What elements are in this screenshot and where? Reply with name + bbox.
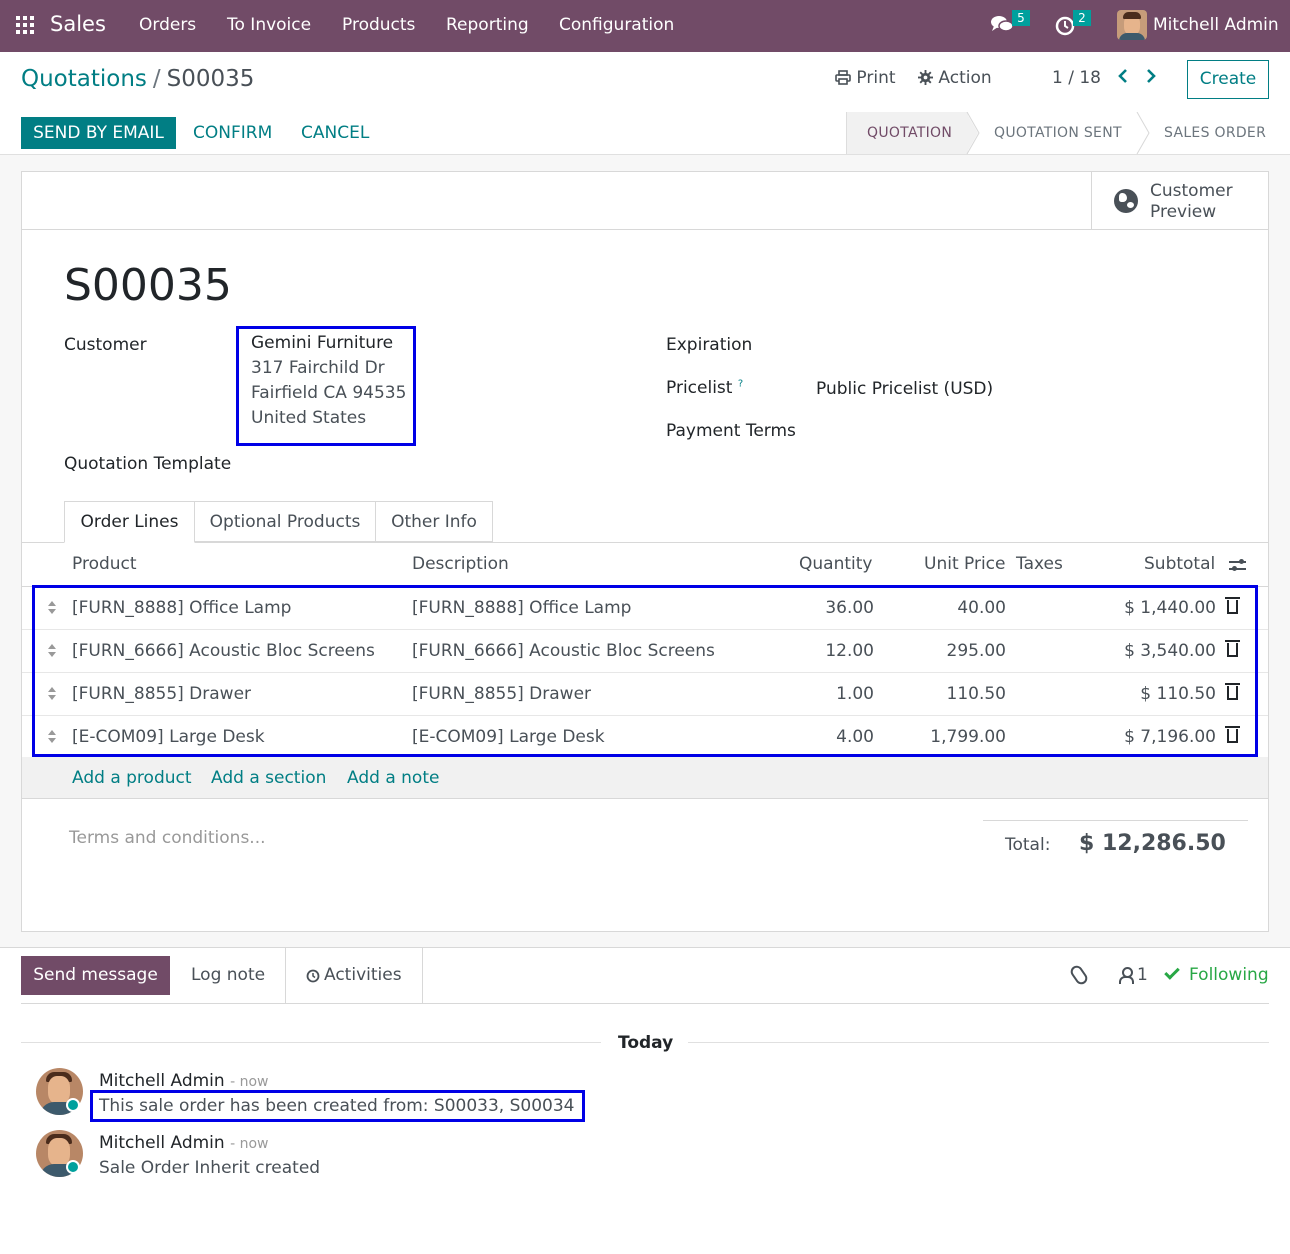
user-menu[interactable]: Mitchell Admin xyxy=(1153,15,1279,35)
send-by-email-button[interactable]: SEND BY EMAIL xyxy=(21,117,176,149)
activities-button[interactable]: Activities xyxy=(285,948,423,1004)
highlight-box xyxy=(32,585,1258,757)
status-bar: QUOTATION QUOTATION SENT SALES ORDER xyxy=(846,112,1290,154)
gear-icon xyxy=(918,70,933,85)
menu-products[interactable]: Products xyxy=(342,15,415,35)
column-quantity[interactable]: Quantity xyxy=(799,554,872,574)
customer-label: Customer xyxy=(64,335,147,355)
add-section-link[interactable]: Add a section xyxy=(211,768,326,788)
total-amount: $ 12,286.50 xyxy=(1079,831,1226,856)
online-status-icon xyxy=(66,1098,80,1112)
total-label: Total: xyxy=(1005,835,1051,855)
clock-icon xyxy=(306,969,320,983)
expiration-label: Expiration xyxy=(666,335,753,355)
pager-previous-icon[interactable] xyxy=(1117,68,1129,89)
top-navbar: Sales Orders To Invoice Products Reporti… xyxy=(0,0,1290,52)
date-separator: Today xyxy=(618,1033,674,1053)
print-button[interactable]: Print xyxy=(835,68,896,88)
followers-count[interactable]: 1 xyxy=(1137,965,1148,985)
check-icon xyxy=(1164,964,1180,980)
column-description[interactable]: Description xyxy=(412,554,509,574)
date-separator-line xyxy=(21,1042,601,1043)
payment-terms-label: Payment Terms xyxy=(666,421,796,441)
activities-label: Activities xyxy=(324,965,402,985)
globe-icon xyxy=(1114,189,1138,213)
status-quotation-sent[interactable]: QUOTATION SENT xyxy=(994,125,1122,141)
tabs-divider xyxy=(22,542,1268,543)
highlight-box xyxy=(236,326,416,446)
terms-and-conditions-field[interactable]: Terms and conditions... xyxy=(69,828,266,848)
action-button[interactable]: Action xyxy=(918,68,992,88)
tab-order-lines[interactable]: Order Lines xyxy=(64,501,195,543)
button-box: Customer Preview xyxy=(22,172,1268,230)
activity-clock-icon[interactable] xyxy=(1055,14,1075,36)
status-arrow-icon xyxy=(966,112,980,154)
breadcrumb-separator: / xyxy=(152,66,161,92)
column-unit-price[interactable]: Unit Price xyxy=(924,554,1005,574)
customer-preview-button[interactable]: Customer Preview xyxy=(1091,172,1268,229)
add-product-link[interactable]: Add a product xyxy=(72,768,192,788)
status-arrow-icon xyxy=(1136,112,1150,154)
date-separator-line xyxy=(688,1042,1269,1043)
messages-badge: 5 xyxy=(1012,10,1030,26)
tab-other-info[interactable]: Other Info xyxy=(375,501,493,542)
quotation-template-label: Quotation Template xyxy=(64,454,232,474)
menu-orders[interactable]: Orders xyxy=(139,15,196,35)
breadcrumb-quotations[interactable]: Quotations xyxy=(21,66,147,92)
pager-value[interactable]: 1 / 18 xyxy=(1052,68,1101,88)
total-divider xyxy=(983,820,1248,821)
column-taxes[interactable]: Taxes xyxy=(1016,554,1063,574)
print-icon xyxy=(835,70,851,85)
customer-preview-label: Customer Preview xyxy=(1150,181,1233,222)
chatter-divider xyxy=(0,947,1290,948)
add-line-row: Add a product Add a section Add a note xyxy=(22,757,1268,799)
pricelist-label: Pricelist ? xyxy=(666,378,744,398)
user-avatar[interactable] xyxy=(1117,10,1147,40)
help-tooltip-icon[interactable]: ? xyxy=(738,378,743,389)
message-time: - now xyxy=(230,1136,269,1152)
send-message-button[interactable]: Send message xyxy=(21,956,170,995)
status-quotation[interactable]: QUOTATION xyxy=(867,125,952,141)
column-subtotal[interactable]: Subtotal xyxy=(1144,554,1215,574)
app-brand[interactable]: Sales xyxy=(50,12,106,36)
log-note-button[interactable]: Log note xyxy=(191,956,265,995)
optional-columns-icon[interactable] xyxy=(1229,558,1246,573)
cancel-button[interactable]: CANCEL xyxy=(301,117,369,149)
following-button[interactable]: Following xyxy=(1164,964,1269,985)
message-body: Sale Order Inherit created xyxy=(99,1158,321,1178)
menu-to-invoice[interactable]: To Invoice xyxy=(227,15,311,35)
breadcrumb: Quotations / S00035 xyxy=(21,66,254,92)
paperclip-icon[interactable] xyxy=(1068,963,1090,987)
online-status-icon xyxy=(66,1160,80,1174)
apps-menu-icon[interactable] xyxy=(16,16,34,34)
record-title: S00035 xyxy=(64,260,232,311)
print-label: Print xyxy=(856,68,896,88)
activities-badge: 2 xyxy=(1073,10,1091,26)
message-time: - now xyxy=(230,1074,269,1090)
status-sales-order[interactable]: SALES ORDER xyxy=(1164,125,1266,141)
highlight-box xyxy=(90,1090,585,1122)
message-author[interactable]: Mitchell Admin - now xyxy=(99,1133,268,1153)
chatter-toolbar-divider xyxy=(21,1003,1269,1004)
followers-icon[interactable] xyxy=(1119,967,1134,984)
create-button[interactable]: Create xyxy=(1187,60,1269,99)
menu-reporting[interactable]: Reporting xyxy=(446,15,529,35)
messaging-icon[interactable] xyxy=(990,14,1014,36)
message-author[interactable]: Mitchell Admin - now xyxy=(99,1071,268,1091)
breadcrumb-current: S00035 xyxy=(166,66,255,92)
pricelist-field[interactable]: Public Pricelist (USD) xyxy=(816,379,993,399)
confirm-button[interactable]: CONFIRM xyxy=(193,117,272,149)
tab-optional-products[interactable]: Optional Products xyxy=(194,501,376,542)
menu-configuration[interactable]: Configuration xyxy=(559,15,674,35)
form-sheet: Customer Preview S00035 Customer Gemini … xyxy=(21,171,1269,932)
add-note-link[interactable]: Add a note xyxy=(347,768,439,788)
column-product[interactable]: Product xyxy=(72,554,137,574)
pager-next-icon[interactable] xyxy=(1145,68,1157,89)
action-label: Action xyxy=(938,68,992,88)
